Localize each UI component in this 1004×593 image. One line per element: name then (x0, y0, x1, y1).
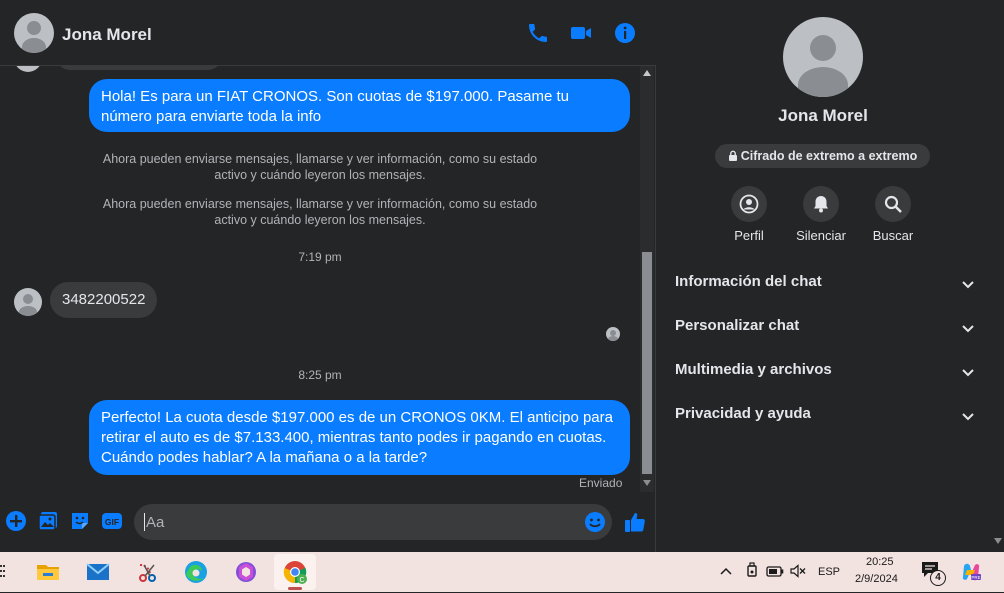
copilot-icon[interactable]: PRE (960, 561, 982, 583)
mute-button[interactable]: Silenciar (781, 186, 861, 243)
mail-icon[interactable] (82, 556, 114, 588)
section-label: Información del chat (675, 273, 822, 290)
section-media-files[interactable]: Multimedia y archivos (675, 361, 975, 385)
outgoing-message[interactable]: Perfecto! La cuota desde $197.000 es de … (89, 400, 630, 475)
timestamp: 8:25 pm (298, 368, 342, 382)
like-icon[interactable] (623, 510, 647, 534)
profile-button[interactable]: Perfil (709, 186, 789, 243)
system-notice: Ahora pueden enviarse mensajes, llamarse… (102, 152, 538, 182)
mute-label: Silenciar (796, 228, 846, 243)
copilot-app-icon[interactable] (230, 556, 262, 588)
chat-header: Jona Morel (0, 0, 656, 66)
phone-icon[interactable] (526, 21, 550, 45)
section-label: Personalizar chat (675, 317, 800, 334)
volume-muted-icon[interactable] (790, 564, 806, 578)
scroll-down-icon[interactable] (643, 480, 651, 486)
text-caret (144, 513, 145, 531)
chat-panel: Jona Morel Hola! Es para un FIAT CRONOS.… (0, 0, 656, 552)
gallery-icon[interactable] (37, 510, 59, 532)
scroll-up-icon[interactable] (643, 70, 651, 76)
taskbar-widgets-icon[interactable] (0, 564, 6, 580)
timestamp: 7:19 pm (298, 250, 342, 264)
conversation-details-panel: Jona Morel Cifrado de extremo a extremo … (657, 0, 992, 552)
search-label: Buscar (872, 228, 914, 243)
usb-device-icon[interactable] (744, 562, 760, 580)
search-button[interactable]: Buscar (853, 186, 933, 243)
clock-date[interactable]: 2/9/2024 (855, 573, 898, 585)
chevron-down-icon (962, 281, 974, 289)
chevron-down-icon (962, 413, 974, 421)
contact-name[interactable]: Jona Morel (62, 25, 152, 45)
encryption-label: Cifrado de extremo a extremo (740, 149, 918, 163)
chevron-down-icon (962, 369, 974, 377)
message-input-placeholder: Aa (146, 514, 165, 531)
message-list: Hola! Es para un FIAT CRONOS. Son cuotas… (0, 66, 640, 492)
info-icon[interactable] (613, 21, 637, 45)
incoming-message[interactable]: 3482200522 (50, 282, 158, 318)
contact-avatar[interactable] (14, 13, 54, 53)
section-customize-chat[interactable]: Personalizar chat (675, 317, 975, 341)
notification-count-badge: 4 (930, 570, 946, 586)
scroll-down-icon[interactable] (994, 538, 1002, 544)
page-scrollbar[interactable] (992, 0, 1004, 552)
bell-icon (814, 196, 828, 213)
profile-icon (739, 194, 759, 214)
contact-avatar-small (14, 66, 42, 72)
profile-avatar[interactable] (783, 17, 863, 97)
section-label: Privacidad y ayuda (675, 405, 811, 422)
message-scrollbar[interactable] (640, 66, 654, 492)
snipping-tool-icon[interactable] (132, 556, 164, 588)
windows-taskbar: C ESP 20:25 2/9/2024 4 PRE (0, 552, 1004, 592)
search-icon (884, 195, 902, 213)
encryption-badge[interactable]: Cifrado de extremo a extremo (715, 144, 930, 168)
language-indicator[interactable]: ESP (818, 566, 840, 578)
chrome-icon: C (283, 561, 307, 584)
svg-text:C: C (299, 577, 304, 584)
profile-label: Perfil (734, 228, 764, 243)
clock-time[interactable]: 20:25 (866, 556, 894, 568)
message-input[interactable]: Aa (134, 504, 612, 540)
active-app-indicator (288, 587, 302, 590)
battery-icon[interactable] (766, 566, 784, 577)
emoji-icon[interactable] (584, 511, 606, 533)
previous-message-bubble (56, 66, 222, 70)
section-privacy-help[interactable]: Privacidad y ayuda (675, 405, 975, 429)
svg-text:GIF: GIF (105, 517, 119, 527)
file-explorer-icon[interactable] (32, 556, 64, 588)
chevron-up-icon[interactable] (720, 566, 732, 576)
notifications-button[interactable]: 4 (920, 560, 946, 586)
plus-icon[interactable] (5, 510, 27, 532)
section-label: Multimedia y archivos (675, 361, 832, 378)
composer: GIF Aa (0, 498, 656, 552)
contact-avatar-small[interactable] (14, 288, 42, 316)
system-notice: Ahora pueden enviarse mensajes, llamarse… (102, 197, 538, 227)
read-receipt-avatar (606, 327, 620, 341)
lock-icon (728, 150, 737, 161)
chrome-taskbar-button[interactable]: C (274, 554, 316, 590)
svg-text:PRE: PRE (971, 575, 980, 580)
scroll-thumb[interactable] (642, 252, 652, 474)
gif-icon[interactable]: GIF (101, 510, 123, 532)
chevron-down-icon (962, 325, 974, 333)
video-call-icon[interactable] (569, 21, 593, 45)
profile-name: Jona Morel (778, 106, 868, 125)
outgoing-message[interactable]: Hola! Es para un FIAT CRONOS. Son cuotas… (89, 79, 630, 132)
edge-icon[interactable] (180, 556, 212, 588)
sticker-icon[interactable] (69, 510, 91, 532)
section-chat-info[interactable]: Información del chat (675, 273, 975, 297)
message-status: Enviado (579, 476, 623, 490)
